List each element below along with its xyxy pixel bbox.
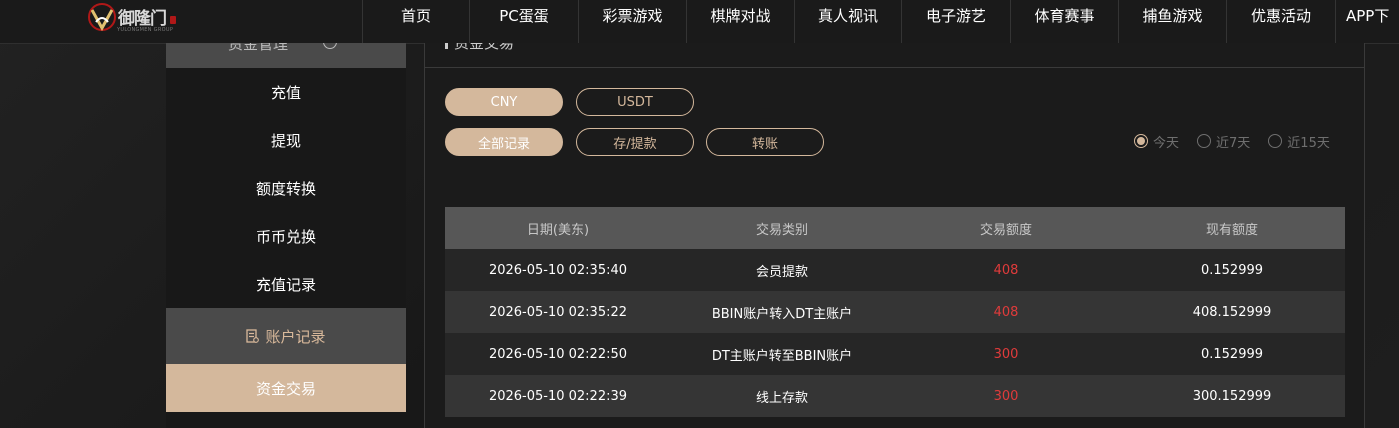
radio-last-7-days[interactable]: 近7天 — [1197, 132, 1250, 151]
radio-button[interactable] — [1268, 134, 1283, 148]
cell-type: BBIN账户转入DT主账户 — [711, 306, 853, 322]
main-panel: 资金交易 CNY USDT 全部记录 存/提款 转账 今天 近7天 近15天 日… — [424, 43, 1365, 428]
tab-transfer[interactable]: 转账 — [706, 128, 824, 156]
tab-cny[interactable]: CNY — [445, 88, 563, 116]
panel-header: 资金交易 — [425, 43, 1364, 68]
sidebar-section-account-records[interactable]: 账户记录 — [166, 308, 406, 364]
table-row: 2026-05-10 02:35:40 会员提款 408 0.152999 — [445, 249, 1345, 291]
radio-last-15-days[interactable]: 近15天 — [1268, 132, 1330, 151]
sidebar: 资金管理 充值 提现 额度转换 币币兑换 充值记录 账户记录 资金交易 — [166, 43, 406, 428]
sidebar-section-label: 账户记录 — [265, 327, 326, 346]
nav-item-promotions[interactable]: 优惠活动 — [1226, 0, 1335, 43]
nav-item-sports[interactable]: 体育赛事 — [1010, 0, 1118, 43]
column-header-balance: 现有额度 — [1205, 222, 1258, 238]
sidebar-item-fund-transactions[interactable]: 资金交易 — [166, 364, 406, 412]
table-row: 2026-05-10 02:22:50 DT主账户转至BBIN账户 300 0.… — [445, 333, 1345, 375]
site-logo[interactable]: 御隆门 YULONGMEN GROUP — [86, 0, 196, 36]
cell-date: 2026-05-10 02:22:39 — [488, 388, 628, 404]
nav-item-fishing[interactable]: 捕鱼游戏 — [1118, 0, 1226, 43]
radio-button[interactable] — [1197, 134, 1212, 148]
nav-item-slots[interactable]: 电子游艺 — [901, 0, 1010, 43]
cell-type: 线上存款 — [755, 390, 808, 406]
nav-item-lottery[interactable]: 彩票游戏 — [578, 0, 686, 43]
radio-label: 近7天 — [1216, 135, 1251, 151]
dragon-emblem-icon — [88, 3, 116, 32]
main-nav: 首页 PC蛋蛋 彩票游戏 棋牌对战 真人视讯 电子游艺 体育赛事 捕鱼游戏 优惠… — [362, 0, 1389, 43]
logo-title: 御隆门 — [118, 9, 167, 29]
sidebar-item-transfer[interactable]: 额度转换 — [166, 164, 406, 212]
cell-date: 2026-05-10 02:22:50 — [488, 346, 628, 362]
tab-deposit-withdraw[interactable]: 存/提款 — [576, 128, 694, 156]
date-filter-group: 今天 近7天 近15天 — [1134, 132, 1330, 151]
column-header-date: 日期(美东) — [526, 222, 590, 238]
nav-item-board-games[interactable]: 棋牌对战 — [686, 0, 794, 43]
table-header: 日期(美东) 交易类别 交易额度 现有额度 — [445, 207, 1345, 249]
transactions-table: 日期(美东) 交易类别 交易额度 现有额度 2026-05-10 02:35:4… — [445, 207, 1345, 417]
cell-amount: 300 — [993, 346, 1019, 362]
tab-all-records[interactable]: 全部记录 — [445, 128, 563, 156]
radio-button[interactable] — [1134, 134, 1148, 148]
sidebar-item-deposit[interactable]: 充值 — [166, 68, 406, 116]
cell-balance: 0.152999 — [1200, 262, 1264, 278]
document-icon — [246, 329, 260, 343]
sidebar-header-title: 资金管理 — [228, 43, 289, 53]
sidebar-item-withdraw[interactable]: 提现 — [166, 116, 406, 164]
tab-usdt[interactable]: USDT — [576, 88, 694, 116]
sidebar-header: 资金管理 — [166, 43, 406, 68]
cell-balance: 300.152999 — [1192, 388, 1272, 404]
cell-amount: 408 — [993, 304, 1019, 320]
cell-date: 2026-05-10 02:35:40 — [488, 262, 628, 278]
nav-item-home[interactable]: 首页 — [362, 0, 469, 43]
cell-balance: 408.152999 — [1192, 304, 1272, 320]
title-marker — [445, 43, 448, 49]
radio-label: 近15天 — [1287, 135, 1330, 151]
cell-amount: 408 — [993, 262, 1019, 278]
column-header-amount: 交易额度 — [979, 222, 1032, 238]
cell-amount: 300 — [993, 388, 1019, 404]
cell-date: 2026-05-10 02:35:22 — [488, 304, 628, 320]
radio-label: 今天 — [1153, 135, 1180, 151]
collapse-icon[interactable] — [323, 43, 337, 49]
logo-seal-icon — [170, 16, 176, 24]
column-header-type: 交易类别 — [755, 222, 808, 238]
radio-today[interactable]: 今天 — [1134, 132, 1179, 151]
nav-item-pc-eggs[interactable]: PC蛋蛋 — [469, 0, 578, 43]
table-row: 2026-05-10 02:35:22 BBIN账户转入DT主账户 408 40… — [445, 291, 1345, 333]
table-row: 2026-05-10 02:22:39 线上存款 300 300.152999 — [445, 375, 1345, 417]
sidebar-item-deposit-records[interactable]: 充值记录 — [166, 260, 406, 308]
nav-item-live-casino[interactable]: 真人视讯 — [794, 0, 901, 43]
logo-subtitle: YULONGMEN GROUP — [117, 27, 174, 33]
top-navigation-bar: 御隆门 YULONGMEN GROUP 首页 PC蛋蛋 彩票游戏 棋牌对战 真人… — [0, 0, 1399, 44]
sidebar-item-coin-exchange[interactable]: 币币兑换 — [166, 212, 406, 260]
cell-type: DT主账户转至BBIN账户 — [711, 348, 853, 364]
page-title: 资金交易 — [454, 43, 515, 52]
nav-item-app-download[interactable]: APP下 — [1335, 0, 1389, 43]
cell-balance: 0.152999 — [1200, 346, 1264, 362]
cell-type: 会员提款 — [755, 264, 808, 280]
